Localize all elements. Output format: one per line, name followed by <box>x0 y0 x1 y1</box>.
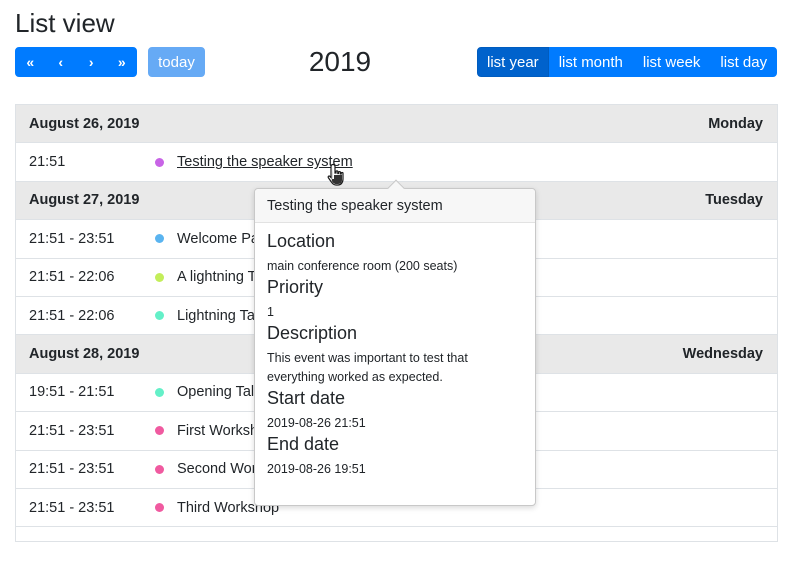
day-date[interactable]: August 28, 2019 <box>29 346 139 362</box>
popover-field-value: 1 <box>267 305 274 319</box>
event-title-link[interactable]: Lightning Talk <box>177 308 265 324</box>
event-time: 21:51 - 23:51 <box>29 461 115 478</box>
popover-field-value: 2019-08-26 21:51 <box>267 416 366 430</box>
event-time: 21:51 - 22:06 <box>29 269 115 286</box>
popover-title: Testing the speaker system <box>267 198 443 214</box>
view-list-week-button[interactable]: list week <box>632 47 711 77</box>
event-time: 19:51 - 21:51 <box>29 384 115 401</box>
event-color-dot <box>155 272 164 282</box>
event-time: 21:51 <box>29 154 66 171</box>
day-weekday[interactable]: Wednesday <box>683 346 763 362</box>
event-title-link[interactable]: A lightning Ta <box>177 269 263 285</box>
popover-field-label: Location <box>267 231 336 251</box>
popover-body: Location main conference room (200 seats)… <box>255 223 535 479</box>
event-time: 21:51 - 22:06 <box>29 307 115 324</box>
day-date[interactable]: August 27, 2019 <box>29 192 139 208</box>
popover-field-value: main conference room (200 seats) <box>267 259 458 273</box>
event-color-dot <box>155 387 164 397</box>
event-color-dot <box>155 464 164 474</box>
page-title: List view <box>15 8 115 38</box>
day-weekday[interactable]: Tuesday <box>705 192 763 208</box>
event-time: 21:51 - 23:51 <box>29 499 115 516</box>
event-title-link[interactable]: Opening Talk <box>177 384 261 400</box>
event-title-link[interactable]: First Worksho <box>177 423 266 439</box>
view-list-month-button[interactable]: list month <box>548 47 633 77</box>
view-list-day-button[interactable]: list day <box>710 47 778 77</box>
popover-field-value: This event was important to test that ev… <box>267 351 468 384</box>
event-color-dot <box>155 157 164 167</box>
day-date[interactable]: August 26, 2019 <box>29 116 139 132</box>
view-switcher: list year list month list week list day <box>477 47 778 77</box>
event-popover: Testing the speaker system Location main … <box>254 179 536 506</box>
popover-field-label: Start date <box>267 388 346 408</box>
popover-header: Testing the speaker system <box>255 179 535 223</box>
popover-field-label: Priority <box>267 277 324 297</box>
event-color-dot <box>155 234 164 244</box>
hand-pointer-icon <box>327 163 344 186</box>
popover-field-value: 2019-08-26 19:51 <box>267 462 366 476</box>
event-color-dot <box>155 426 164 436</box>
event-color-dot <box>155 503 164 513</box>
event-time: 21:51 - 23:51 <box>29 230 115 247</box>
view-list-year-button[interactable]: list year <box>477 47 549 77</box>
event-time: 21:51 - 23:51 <box>29 422 115 439</box>
day-weekday[interactable]: Monday <box>708 116 763 132</box>
day-header-row: August 26, 2019 Monday <box>16 105 777 144</box>
popover-field-label: Description <box>267 323 358 343</box>
event-row[interactable]: 21:51 Testing the speaker system <box>16 143 777 182</box>
event-color-dot <box>155 311 164 321</box>
popover-field-label: End date <box>267 434 340 454</box>
